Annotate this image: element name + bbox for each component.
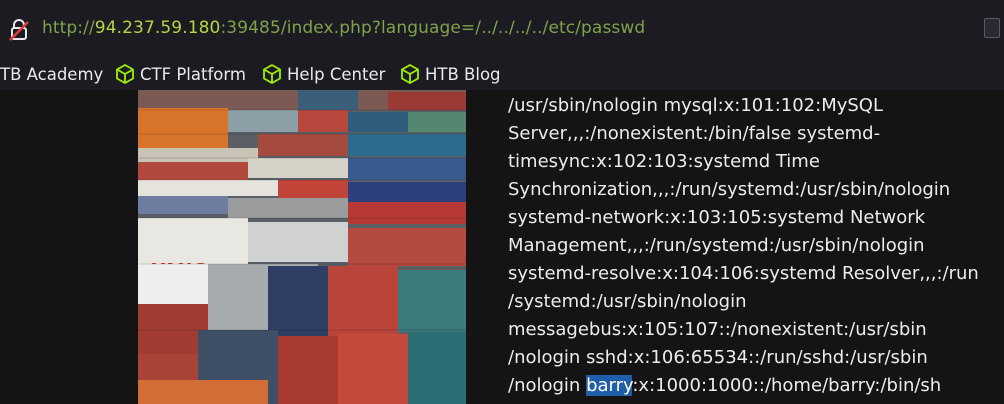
- passwd-line: Synchronization,,,:/run/systemd:/usr/sbi…: [508, 179, 951, 200]
- selected-text[interactable]: barry: [586, 375, 633, 396]
- passwd-line: /usr/sbin/nologin mysql:x:101:102:MySQL: [508, 95, 884, 116]
- passwd-line: /systemd:/usr/sbin/nologin: [508, 291, 747, 312]
- bookmarks-toolbar: TB Academy CTF Platform Help Center HTB …: [0, 58, 1004, 90]
- containers-photo: YANG: [138, 90, 466, 404]
- htb-cube-icon: [116, 64, 134, 84]
- page-action-icon[interactable]: [984, 18, 1000, 38]
- htb-cube-icon: [263, 64, 281, 84]
- passwd-line: messagebus:x:105:107::/nonexistent:/usr/…: [508, 319, 927, 340]
- passwd-line: systemd-network:x:103:105:systemd Networ…: [508, 207, 926, 228]
- passwd-text: :x:1000:1000::/home/barry:/bin/sh: [632, 375, 942, 396]
- insecure-lock-icon[interactable]: [9, 19, 29, 41]
- bookmark-help-center[interactable]: Help Center: [263, 62, 385, 86]
- bookmark-label: Help Center: [287, 64, 386, 84]
- passwd-line: /nologin sshd:x:106:65534::/run/sshd:/us…: [508, 347, 928, 368]
- url-scheme: http://: [42, 18, 95, 38]
- htb-cube-icon: [401, 64, 419, 84]
- address-field[interactable]: http://94.237.59.180:39485/index.php?lan…: [42, 18, 645, 38]
- passwd-line-last[interactable]: /nologin barry:x:1000:1000::/home/barry:…: [508, 372, 998, 400]
- bookmark-label: TB Academy: [0, 64, 104, 84]
- url-bar[interactable]: http://94.237.59.180:39485/index.php?lan…: [0, 0, 1004, 58]
- passwd-output: /usr/sbin/nologin mysql:x:101:102:MySQL S…: [508, 92, 998, 400]
- passwd-text: /nologin: [508, 375, 587, 396]
- bookmark-label: HTB Blog: [425, 64, 501, 84]
- passwd-line: timesync:x:102:103:systemd Time: [508, 151, 820, 172]
- passwd-line: systemd-resolve:x:104:106:systemd Resolv…: [508, 263, 979, 284]
- bookmark-academy[interactable]: TB Academy: [0, 62, 103, 86]
- passwd-line: Management,,,:/run/systemd:/usr/sbin/nol…: [508, 235, 925, 256]
- passwd-line: Server,,,:/nonexistent:/bin/false system…: [508, 123, 881, 144]
- page-content: YANG /u: [0, 90, 1004, 404]
- url-path: :39485/index.php?language=/../../../../e…: [220, 18, 646, 38]
- bookmark-ctf-platform[interactable]: CTF Platform: [116, 62, 246, 86]
- bookmark-label: CTF Platform: [140, 64, 246, 84]
- bookmark-htb-blog[interactable]: HTB Blog: [401, 62, 501, 86]
- url-host: 94.237.59.180: [94, 18, 221, 38]
